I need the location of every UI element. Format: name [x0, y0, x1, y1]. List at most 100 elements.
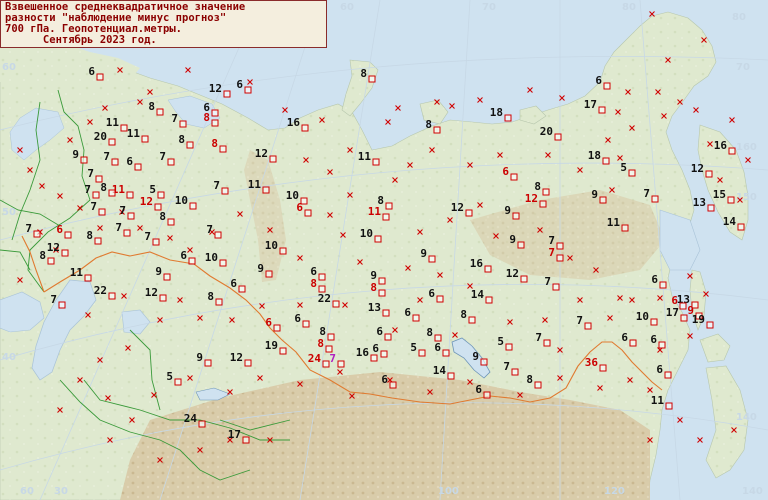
- station-square-icon: [279, 247, 287, 255]
- station-square-icon: [84, 274, 92, 282]
- station-square-icon: [542, 188, 550, 196]
- station-square-icon: [304, 209, 312, 217]
- station-square-icon: [428, 255, 436, 263]
- station-square-icon: [322, 360, 330, 368]
- station-value: 7: [503, 360, 510, 373]
- station-square-icon: [512, 212, 520, 220]
- station-square-icon: [599, 196, 607, 204]
- station-square-icon: [269, 155, 277, 163]
- station-square-icon: [242, 436, 250, 444]
- station-square-icon: [599, 364, 607, 372]
- station-square-icon: [123, 229, 131, 237]
- map-title: Взвешенное среднеквадратичное значение р…: [0, 0, 327, 48]
- station-square-icon: [380, 350, 388, 358]
- station-value: 13: [693, 196, 706, 209]
- station-value: 11: [127, 127, 141, 140]
- station-value: 16: [470, 257, 484, 270]
- station-value: 13: [368, 301, 381, 314]
- station-square-icon: [598, 106, 606, 114]
- station-value: 8: [526, 373, 533, 386]
- station-value: 11: [70, 266, 84, 279]
- graticule-label: 80: [622, 2, 636, 13]
- station-value: 6: [126, 155, 133, 168]
- station-value: 6: [296, 201, 303, 214]
- station-value: 8: [100, 181, 107, 194]
- graticule-label: 100: [438, 486, 459, 497]
- station-value: 11: [651, 394, 665, 407]
- station-square-icon: [658, 341, 666, 349]
- station-square-icon: [412, 314, 420, 322]
- station-value: 6: [595, 74, 602, 87]
- station-square-icon: [520, 275, 528, 283]
- station-square-icon: [484, 265, 492, 273]
- station-square-icon: [556, 242, 564, 250]
- station-square-icon: [219, 259, 227, 267]
- station-square-icon: [61, 249, 69, 257]
- station-value: 8: [360, 67, 367, 80]
- station-value: 9: [504, 204, 511, 217]
- station-value: 9: [155, 265, 162, 278]
- station-value: 7: [544, 275, 551, 288]
- graticule-label: 80: [732, 12, 746, 23]
- station-square-icon: [418, 349, 426, 357]
- station-square-icon: [215, 298, 223, 306]
- station-value: 6: [475, 383, 482, 396]
- station-value: 7: [159, 150, 166, 163]
- station-value: 11: [106, 116, 120, 129]
- station-value: 5: [166, 370, 173, 383]
- station-value: 6: [372, 342, 379, 355]
- station-square-icon: [504, 114, 512, 122]
- station-square-icon: [584, 322, 592, 330]
- station-square-icon: [332, 300, 340, 308]
- station-square-icon: [679, 302, 687, 310]
- station-square-icon: [629, 339, 637, 347]
- graticule-label: 140: [736, 412, 757, 423]
- station-value: 9: [472, 350, 479, 363]
- station-square-icon: [33, 230, 41, 238]
- station-value: 7: [535, 331, 542, 344]
- station-value: 6: [56, 223, 63, 236]
- graticule-label: 50: [2, 207, 16, 218]
- station-value: 12: [140, 195, 153, 208]
- station-value: 6: [381, 373, 388, 386]
- station-value: 6: [404, 306, 411, 319]
- station-value: 10: [636, 310, 649, 323]
- graticule-label: 60: [340, 2, 354, 13]
- station-square-icon: [134, 163, 142, 171]
- station-value: 17: [584, 98, 597, 111]
- station-value: 12: [525, 192, 538, 205]
- station-square-icon: [650, 318, 658, 326]
- station-value: 11: [358, 150, 372, 163]
- title-line-4: Сентябрь 2023 год.: [5, 34, 157, 46]
- station-value: 24: [308, 352, 322, 365]
- station-value: 7: [548, 246, 555, 259]
- station-value: 8: [460, 308, 467, 321]
- station-square-icon: [204, 359, 212, 367]
- station-value: 11: [607, 216, 621, 229]
- station-value: 6: [88, 65, 95, 78]
- station-square-icon: [238, 285, 246, 293]
- station-value: 16: [287, 116, 301, 129]
- station-square-icon: [96, 73, 104, 81]
- station-value: 11: [368, 205, 382, 218]
- station-value: 5: [497, 335, 504, 348]
- station-value: 8: [203, 111, 210, 124]
- station-value: 8: [148, 100, 155, 113]
- station-square-icon: [244, 86, 252, 94]
- station-value: 7: [84, 183, 91, 196]
- station-square-icon: [505, 343, 513, 351]
- station-square-icon: [47, 257, 55, 265]
- station-square-icon: [108, 138, 116, 146]
- station-square-icon: [621, 224, 629, 232]
- graticule-label: 60: [2, 62, 16, 73]
- station-value: 6: [428, 287, 435, 300]
- station-value: 8: [39, 249, 46, 262]
- station-value: 5: [620, 161, 627, 174]
- station-value: 6: [180, 249, 187, 262]
- station-square-icon: [126, 191, 134, 199]
- graticule-label: 70: [482, 2, 496, 13]
- station-square-icon: [141, 135, 149, 143]
- station-square-icon: [628, 169, 636, 177]
- graticule-label: 70: [736, 62, 750, 73]
- station-value: 11: [248, 178, 262, 191]
